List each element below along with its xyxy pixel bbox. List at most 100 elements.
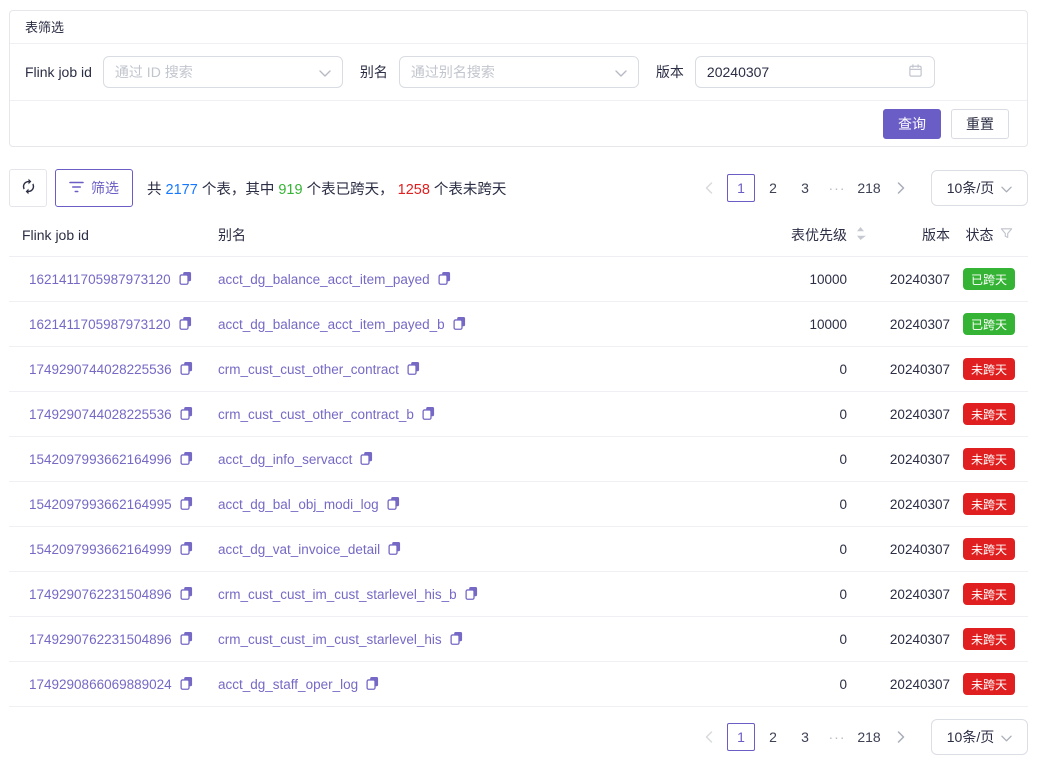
copy-icon (453, 316, 466, 333)
version-date-input[interactable] (707, 64, 908, 80)
version-cell: 20240307 (847, 452, 950, 467)
copy-alias-button[interactable] (422, 406, 435, 423)
summary-segment: 个表，其中 (198, 182, 279, 198)
copy-alias-button[interactable] (465, 586, 478, 603)
flink-job-id-placeholder: 通过 ID 搜索 (115, 62, 319, 82)
filter-toggle-button[interactable]: 筛选 (55, 169, 133, 207)
page-number-1[interactable]: 1 (727, 723, 755, 751)
job-id-link[interactable]: 1621411705987973120 (29, 272, 171, 287)
column-header-priority[interactable]: 表优先级 (757, 225, 847, 245)
version-date-picker[interactable] (695, 56, 935, 88)
job-id-link[interactable]: 1749290744028225536 (29, 407, 172, 422)
page-size-value: 10条/页 (947, 178, 994, 198)
copy-alias-button[interactable] (438, 271, 451, 288)
alias-link[interactable]: acct_dg_balance_acct_item_payed_b (218, 317, 445, 332)
alias-link[interactable]: crm_cust_cust_im_cust_starlevel_his_b (218, 587, 457, 602)
page-size-select[interactable]: 10条/页 (931, 170, 1028, 206)
copy-alias-button[interactable] (407, 361, 420, 378)
job-id-cell: 1542097993662164995 (22, 496, 218, 513)
job-id-cell: 1542097993662164999 (22, 541, 218, 558)
prev-page-icon[interactable] (695, 174, 723, 202)
copy-job-id-button[interactable] (180, 406, 193, 423)
alias-select[interactable]: 通过别名搜索 (399, 56, 639, 88)
next-page-icon[interactable] (887, 174, 915, 202)
refresh-button[interactable] (9, 169, 47, 207)
alias-link[interactable]: crm_cust_cust_other_contract (218, 362, 399, 377)
page-number-2[interactable]: 2 (759, 723, 787, 751)
filter-fields-row: Flink job id 通过 ID 搜索 别名 通过别名搜索 版本 (10, 44, 1027, 100)
status-cell: 未跨天 (950, 538, 1028, 560)
page-number-218[interactable]: 218 (855, 723, 883, 751)
alias-link[interactable]: acct_dg_bal_obj_modi_log (218, 497, 379, 512)
copy-icon (179, 316, 192, 333)
page-number-2[interactable]: 2 (759, 174, 787, 202)
job-id-link[interactable]: 1542097993662164995 (29, 497, 172, 512)
refresh-icon (20, 178, 37, 198)
job-id-link[interactable]: 1621411705987973120 (29, 317, 171, 332)
copy-alias-button[interactable] (387, 496, 400, 513)
page-ellipsis: ··· (823, 174, 851, 202)
filter-funnel-icon[interactable] (1000, 227, 1013, 243)
copy-job-id-button[interactable] (180, 586, 193, 603)
table-summary: 共 2177 个表，其中 919 个表已跨天， 1258 个表未跨天 (147, 178, 506, 199)
job-id-link[interactable]: 1749290762231504896 (29, 587, 172, 602)
alias-cell: acct_dg_bal_obj_modi_log (218, 496, 757, 513)
flink-job-id-field: Flink job id 通过 ID 搜索 (25, 56, 343, 88)
copy-job-id-button[interactable] (180, 361, 193, 378)
job-id-link[interactable]: 1749290762231504896 (29, 632, 172, 647)
page-size-select[interactable]: 10条/页 (931, 719, 1028, 755)
filter-toggle-label: 筛选 (91, 178, 119, 198)
copy-icon (180, 676, 193, 693)
alias-link[interactable]: acct_dg_balance_acct_item_payed (218, 272, 430, 287)
calendar-icon (908, 63, 923, 81)
alias-link[interactable]: crm_cust_cust_other_contract_b (218, 407, 414, 422)
job-id-cell: 1749290762231504896 (22, 586, 218, 603)
page-number-1[interactable]: 1 (727, 174, 755, 202)
next-page-icon[interactable] (887, 723, 915, 751)
reset-button[interactable]: 重置 (951, 109, 1009, 139)
job-id-cell: 1542097993662164996 (22, 451, 218, 468)
copy-job-id-button[interactable] (179, 271, 192, 288)
job-id-link[interactable]: 1542097993662164996 (29, 452, 172, 467)
job-id-link[interactable]: 1542097993662164999 (29, 542, 172, 557)
copy-icon (180, 541, 193, 558)
copy-alias-button[interactable] (453, 316, 466, 333)
copy-alias-button[interactable] (360, 451, 373, 468)
table-row: 1749290744028225536 crm_cust_cust_other_… (9, 392, 1028, 437)
copy-job-id-button[interactable] (180, 631, 193, 648)
alias-field: 别名 通过别名搜索 (360, 56, 639, 88)
sort-icon[interactable] (855, 226, 866, 244)
job-id-link[interactable]: 1749290744028225536 (29, 362, 172, 377)
copy-alias-button[interactable] (388, 541, 401, 558)
version-cell: 20240307 (847, 497, 950, 512)
copy-icon (180, 496, 193, 513)
copy-alias-button[interactable] (366, 676, 379, 693)
chevron-down-icon (319, 64, 331, 80)
version-cell: 20240307 (847, 632, 950, 647)
copy-job-id-button[interactable] (179, 316, 192, 333)
job-id-link[interactable]: 1749290866069889024 (29, 677, 172, 692)
summary-segment: 个表未跨天 (430, 182, 507, 198)
table-body: 1621411705987973120 acct_dg_balance_acct… (9, 257, 1028, 707)
copy-job-id-button[interactable] (180, 541, 193, 558)
page-number-3[interactable]: 3 (791, 174, 819, 202)
copy-alias-button[interactable] (450, 631, 463, 648)
page-number-218[interactable]: 218 (855, 174, 883, 202)
version-cell: 20240307 (847, 542, 950, 557)
query-button[interactable]: 查询 (883, 109, 941, 139)
version-cell: 20240307 (847, 677, 950, 692)
alias-link[interactable]: acct_dg_vat_invoice_detail (218, 542, 380, 557)
prev-page-icon[interactable] (695, 723, 723, 751)
alias-link[interactable]: acct_dg_info_servacct (218, 452, 352, 467)
copy-job-id-button[interactable] (180, 676, 193, 693)
pagination-top: 123···218 (695, 174, 915, 202)
alias-link[interactable]: acct_dg_staff_oper_log (218, 677, 358, 692)
alias-link[interactable]: crm_cust_cust_im_cust_starlevel_his (218, 632, 442, 647)
version-label: 版本 (656, 62, 684, 82)
copy-job-id-button[interactable] (180, 451, 193, 468)
footer-pagination-bar: 123···218 10条/页 (9, 719, 1028, 755)
copy-job-id-button[interactable] (180, 496, 193, 513)
page-number-3[interactable]: 3 (791, 723, 819, 751)
table-row: 1621411705987973120 acct_dg_balance_acct… (9, 257, 1028, 302)
flink-job-id-select[interactable]: 通过 ID 搜索 (103, 56, 343, 88)
